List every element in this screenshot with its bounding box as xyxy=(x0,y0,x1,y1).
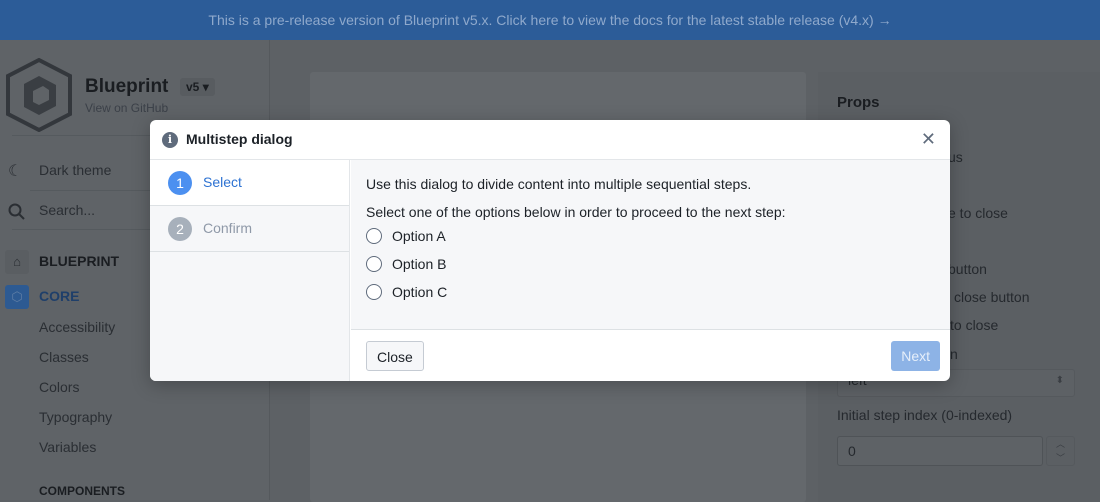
multistep-dialog: i Multistep dialog ✕ 1 Select 2 Confirm … xyxy=(150,120,950,381)
nav-section-blueprint[interactable]: BLUEPRINT xyxy=(39,253,119,269)
prop-fragment: n xyxy=(950,346,958,362)
caret-down-icon: ▾ xyxy=(202,80,209,94)
version-select[interactable]: v5 ▾ xyxy=(180,78,215,96)
prerelease-banner[interactable]: This is a pre-release version of Bluepri… xyxy=(0,0,1100,40)
step-label: Select xyxy=(203,174,242,190)
dialog-header: i Multistep dialog ✕ xyxy=(150,120,950,160)
double-caret-icon: ⬍ xyxy=(1055,375,1064,386)
nav-item-colors[interactable]: Colors xyxy=(39,379,79,395)
home-icon: ⌂ xyxy=(5,250,29,274)
step-index-input[interactable]: 0 xyxy=(837,436,1043,466)
option-label: Option A xyxy=(392,228,446,244)
components-heading: COMPONENTS xyxy=(39,484,126,498)
info-icon: i xyxy=(162,132,178,148)
close-icon[interactable]: ✕ xyxy=(921,129,936,150)
moon-icon: ☾ xyxy=(8,163,23,180)
radio-circle[interactable] xyxy=(366,284,382,300)
dark-theme-toggle[interactable]: Dark theme xyxy=(39,162,111,178)
chevron-up-icon[interactable]: ︿ xyxy=(1047,437,1074,451)
option-a-radio[interactable]: Option A xyxy=(366,222,935,250)
close-button[interactable]: Close xyxy=(366,341,424,371)
step-list: 1 Select 2 Confirm xyxy=(150,160,350,381)
core-icon: ⬡ xyxy=(5,285,29,309)
prop-fragment: e to close xyxy=(948,205,1008,221)
dialog-footer: Close Next xyxy=(351,331,950,381)
step-number: 2 xyxy=(168,217,192,241)
step-confirm[interactable]: 2 Confirm xyxy=(150,206,349,252)
next-button[interactable]: Next xyxy=(891,341,940,371)
step-index-stepper[interactable]: ︿ ﹀ xyxy=(1046,436,1075,466)
nav-item-variables[interactable]: Variables xyxy=(39,439,96,455)
option-label: Option C xyxy=(392,284,448,300)
prop-fragment: us xyxy=(948,149,963,165)
step-select[interactable]: 1 Select xyxy=(150,160,349,206)
brand-name: Blueprint xyxy=(85,76,169,97)
prop-fragment: button xyxy=(948,261,987,277)
step-panel: Use this dialog to divide content into m… xyxy=(351,160,950,330)
prop-fragment: close button xyxy=(954,289,1030,305)
option-label: Option B xyxy=(392,256,447,272)
radio-circle[interactable] xyxy=(366,228,382,244)
search-input[interactable]: Search... xyxy=(39,202,95,218)
intro-text: Use this dialog to divide content into m… xyxy=(366,176,752,192)
version-label: v5 xyxy=(186,80,200,94)
step-number: 1 xyxy=(168,171,192,195)
prop-fragment: to close xyxy=(950,317,999,333)
github-link[interactable]: View on GitHub xyxy=(85,101,168,115)
nav-item-typography[interactable]: Typography xyxy=(39,409,112,425)
option-b-radio[interactable]: Option B xyxy=(366,250,935,278)
nav-item-accessibility[interactable]: Accessibility xyxy=(39,319,115,335)
blueprint-logo[interactable] xyxy=(6,58,72,132)
dialog-title: Multistep dialog xyxy=(186,131,293,147)
radio-circle[interactable] xyxy=(366,256,382,272)
chevron-down-icon[interactable]: ﹀ xyxy=(1047,451,1074,465)
nav-section-core[interactable]: CORE xyxy=(39,288,79,304)
nav-item-classes[interactable]: Classes xyxy=(39,349,89,365)
step-label: Confirm xyxy=(203,220,253,236)
instruction-text: Select one of the options below in order… xyxy=(366,204,786,220)
step-index-label: Initial step index (0-indexed) xyxy=(837,407,1013,423)
props-title: Props xyxy=(837,94,880,111)
option-c-radio[interactable]: Option C xyxy=(366,278,935,306)
search-icon xyxy=(8,203,25,220)
